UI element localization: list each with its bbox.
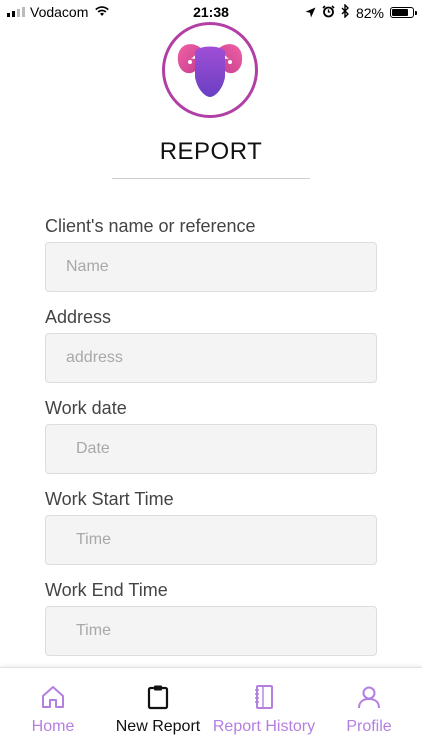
battery-icon (390, 7, 417, 18)
tab-home-label: Home (31, 718, 75, 735)
report-form: Client's name or reference Address Work … (45, 214, 377, 669)
work-start-time-label: Work Start Time (45, 489, 174, 509)
work-date-input[interactable] (45, 424, 377, 474)
app-logo (162, 22, 258, 118)
tab-report-history[interactable]: Report History (208, 682, 320, 742)
client-name-label: Client's name or reference (45, 216, 256, 236)
work-date-label: Work date (45, 398, 127, 418)
status-right: 82% (305, 3, 417, 21)
work-start-time-input[interactable] (45, 515, 377, 565)
title-divider (112, 178, 310, 179)
address-input[interactable] (45, 333, 377, 383)
ram-logo-icon (177, 44, 243, 97)
client-name-input[interactable] (45, 242, 377, 292)
alarm-icon (322, 4, 335, 21)
address-label: Address (45, 307, 112, 327)
tab-new-report[interactable]: New Report (110, 682, 206, 742)
location-arrow-icon (305, 5, 316, 21)
tab-new-report-label: New Report (115, 718, 201, 735)
status-bar: Vodacom 21:38 82% (0, 0, 422, 24)
bluetooth-icon (341, 3, 350, 21)
home-icon (24, 682, 82, 712)
tab-bar: Home New Report Report History Profile (0, 667, 422, 751)
user-icon (338, 682, 400, 712)
tab-profile[interactable]: Profile (338, 682, 400, 742)
tab-home[interactable]: Home (24, 682, 82, 742)
tab-report-history-label: Report History (212, 718, 316, 735)
work-end-time-input[interactable] (45, 606, 377, 656)
work-end-time-label: Work End Time (45, 580, 168, 600)
clipboard-icon (110, 682, 206, 712)
tab-profile-label: Profile (346, 718, 392, 735)
battery-percent: 82% (355, 4, 384, 21)
page-title: REPORT (159, 138, 263, 165)
notebook-icon (208, 682, 320, 712)
